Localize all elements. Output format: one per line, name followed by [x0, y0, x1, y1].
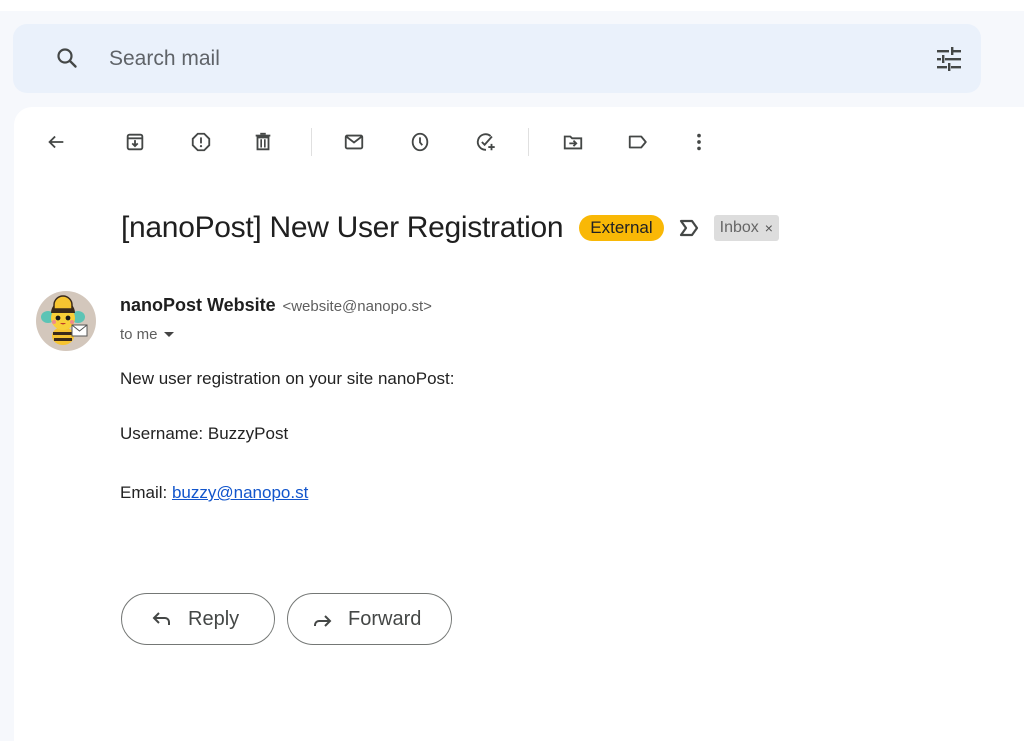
top-strip	[0, 0, 1024, 11]
add-to-tasks-button[interactable]	[469, 125, 503, 159]
back-button[interactable]	[39, 125, 73, 159]
more-button[interactable]	[682, 125, 716, 159]
sender-email: <website@nanopo.st>	[282, 298, 432, 315]
arrow-left-icon	[48, 135, 64, 149]
message-panel: [nanoPost] New User Registration Externa…	[14, 107, 1024, 741]
importance-marker-icon[interactable]	[678, 218, 700, 238]
tune-icon[interactable]	[935, 46, 963, 72]
archive-button[interactable]	[118, 125, 152, 159]
label-icon	[628, 135, 647, 149]
email-subject: [nanoPost] New User Registration	[121, 211, 564, 244]
caret-down-icon	[163, 332, 174, 337]
task-add-icon	[476, 133, 495, 151]
body-line-intro: New user registration on your site nanoP…	[120, 369, 455, 388]
folder-move-icon	[563, 135, 583, 150]
search-icon[interactable]	[55, 46, 79, 70]
reply-button[interactable]: Reply	[121, 593, 275, 645]
forward-icon	[314, 615, 332, 627]
message-toolbar	[14, 107, 1024, 179]
move-to-button[interactable]	[556, 125, 590, 159]
bee-mascot-icon	[41, 295, 88, 345]
label-chip-text: Inbox	[719, 219, 759, 236]
forward-label: Forward	[348, 607, 422, 630]
envelope-icon	[344, 134, 364, 150]
body-line-email: Email: buzzy@nanopo.st	[120, 483, 308, 503]
forward-button[interactable]: Forward	[287, 593, 452, 645]
subject-row: [nanoPost] New User Registration Externa…	[121, 207, 779, 249]
search-input[interactable]	[109, 44, 809, 74]
reply-label: Reply	[188, 607, 240, 630]
body-line-username: Username: BuzzyPost	[120, 424, 289, 443]
delete-button[interactable]	[246, 125, 280, 159]
remove-label-icon[interactable]: ×	[765, 218, 773, 238]
sender-name[interactable]: nanoPost Website	[120, 295, 276, 315]
mark-unread-button[interactable]	[337, 125, 371, 159]
snooze-button[interactable]	[403, 125, 437, 159]
more-vert-icon	[697, 133, 701, 151]
sender-line: nanoPost Website <website@nanopo.st>	[120, 295, 432, 316]
trash-icon	[255, 132, 271, 151]
sender-avatar[interactable]	[36, 291, 96, 351]
email-link[interactable]: buzzy@nanopo.st	[172, 483, 308, 502]
recipients-toggle[interactable]: to me	[120, 326, 174, 343]
email-label: Email:	[120, 483, 172, 502]
toolbar-divider	[311, 128, 312, 156]
label-chip-inbox[interactable]: Inbox ×	[713, 215, 779, 241]
label-button[interactable]	[621, 125, 655, 159]
toolbar-divider	[528, 128, 529, 156]
clock-icon	[411, 132, 429, 152]
report-icon	[191, 132, 211, 152]
archive-icon	[126, 133, 144, 151]
reply-icon	[152, 612, 170, 625]
search-bar[interactable]	[13, 24, 981, 93]
recipients-text: to me	[120, 326, 158, 343]
external-badge: External	[579, 215, 664, 241]
report-spam-button[interactable]	[184, 125, 218, 159]
